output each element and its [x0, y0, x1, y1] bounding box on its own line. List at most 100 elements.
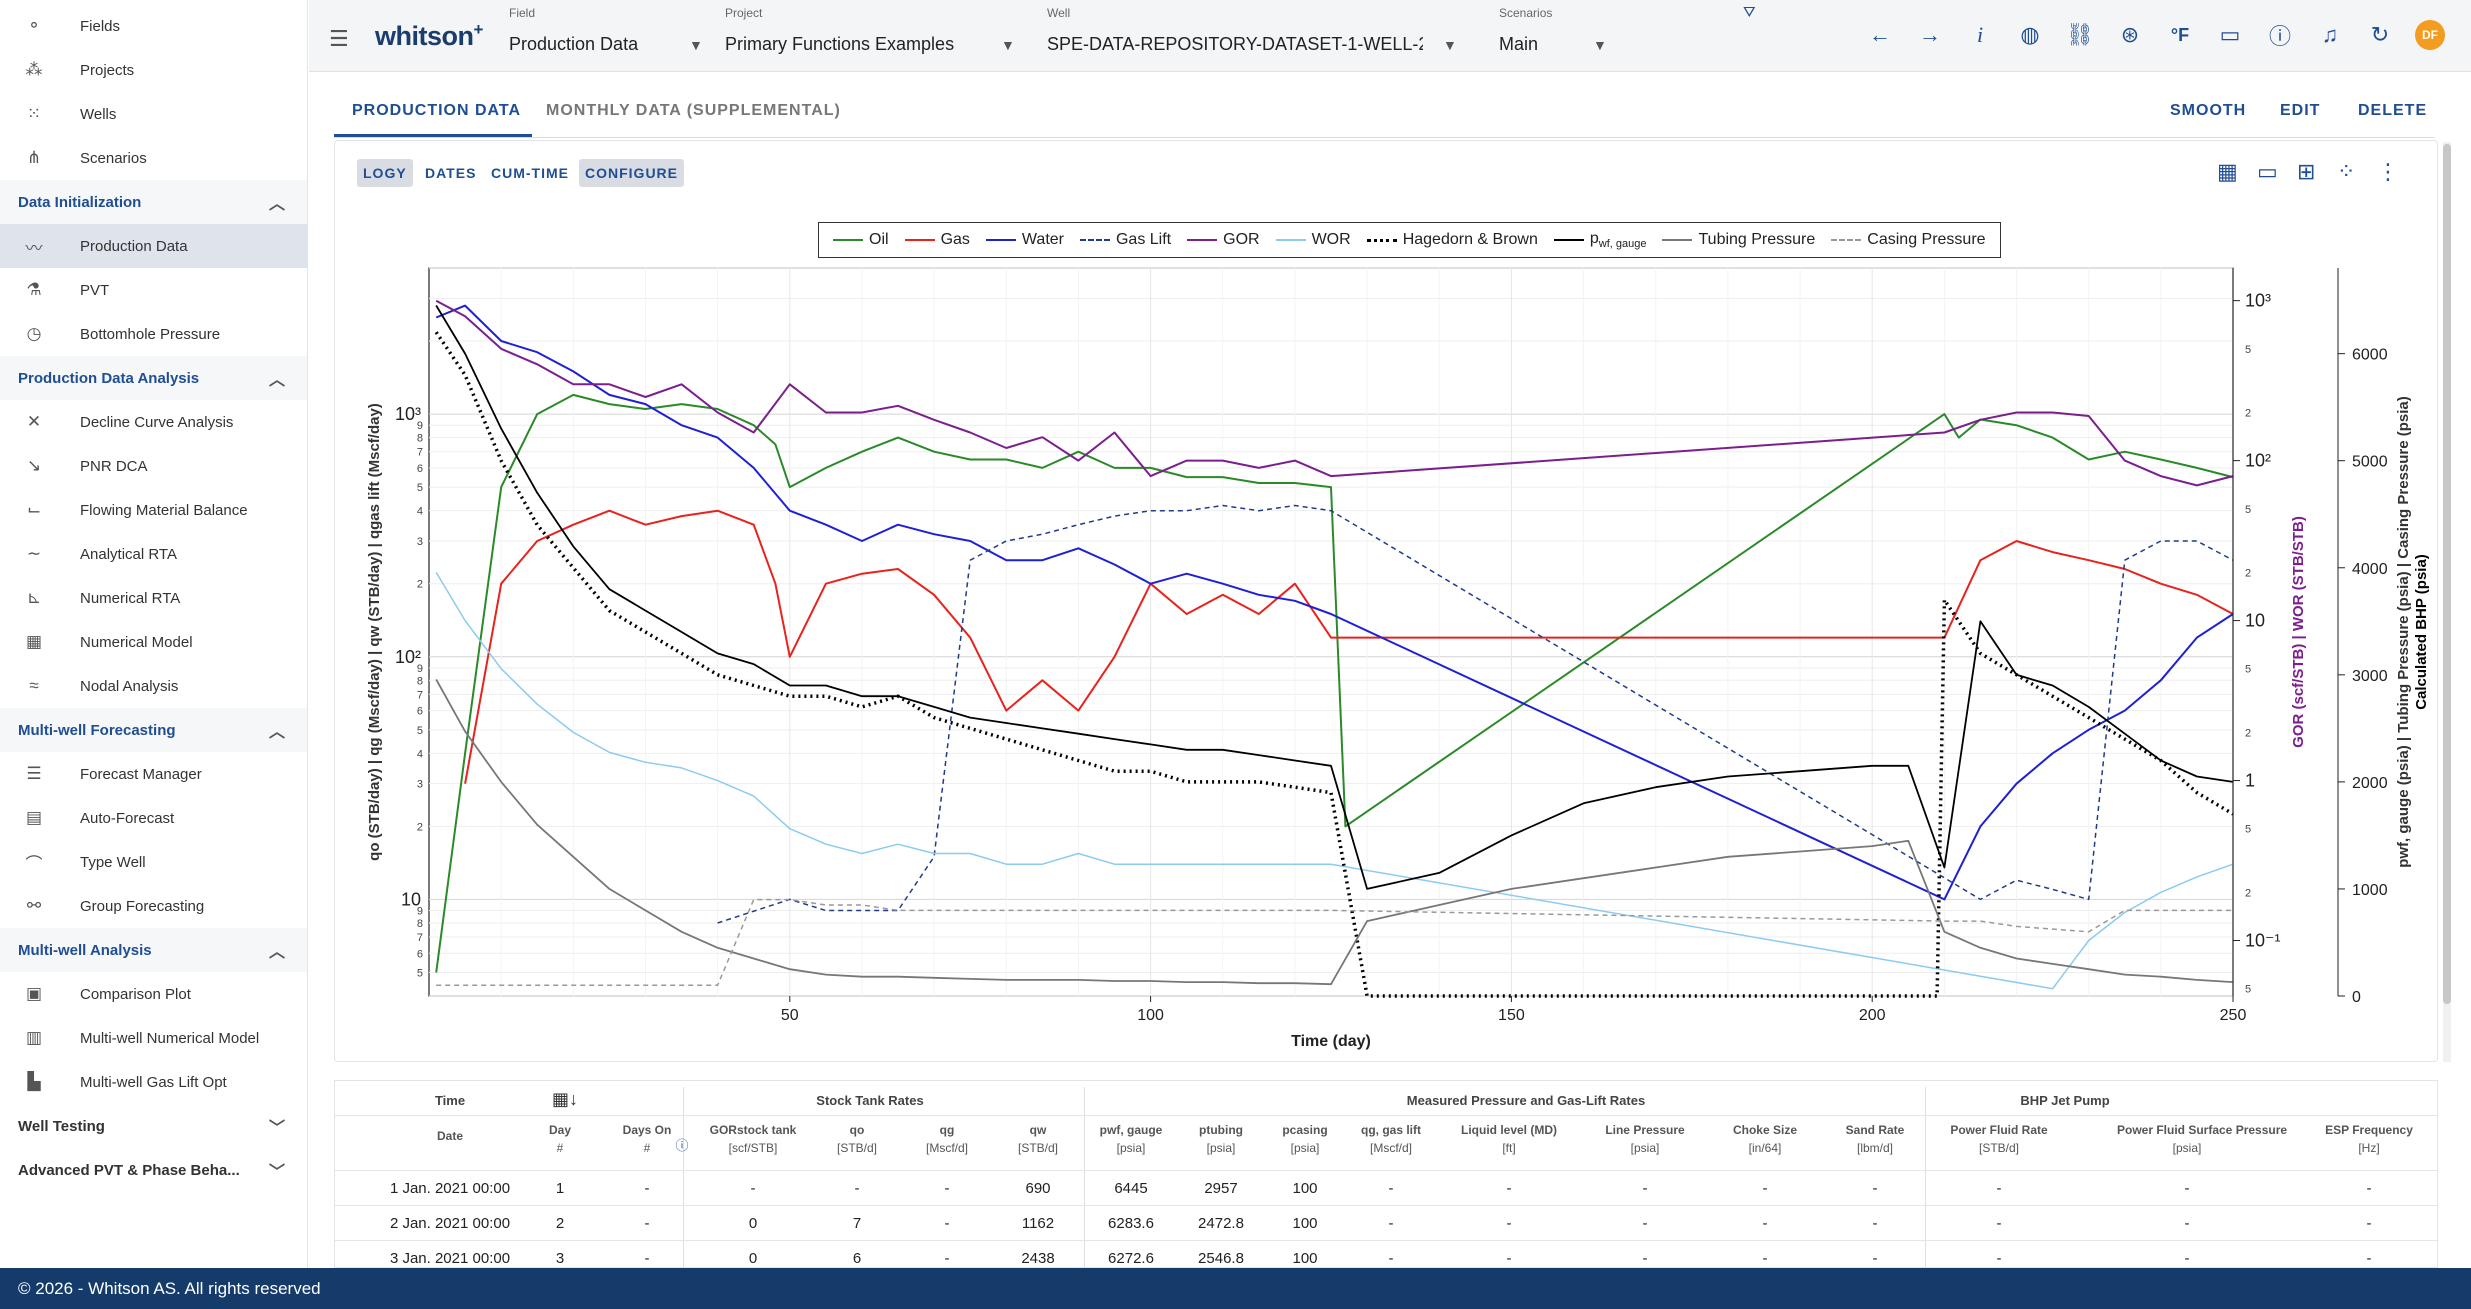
pressure-tick-label: 1000: [2352, 882, 2388, 899]
y-minor-label: 2: [417, 579, 423, 591]
header-divider: [335, 1115, 2437, 1116]
menu-icon[interactable]: ☰: [329, 26, 349, 52]
sidebar-item-numerical-model[interactable]: ▦ Numerical Model: [0, 620, 307, 664]
smooth-button[interactable]: SMOOTH: [2170, 102, 2246, 120]
info-icon[interactable]: i: [1965, 20, 1995, 50]
refresh-icon[interactable]: ↻: [2365, 20, 2395, 50]
more-icon[interactable]: ⋮: [2377, 159, 2399, 185]
sidebar-item-production-data[interactable]: 〰 Production Data: [0, 224, 307, 268]
scatter-icon[interactable]: ⁘: [2337, 159, 2355, 185]
section-multi-well-forecasting[interactable]: Multi-well Forecasting ︿: [0, 708, 307, 752]
logo[interactable]: whitson+: [375, 20, 483, 52]
calendar-sort-icon[interactable]: ▦↓: [545, 1089, 585, 1110]
project-select[interactable]: Project Primary Functions Examples ▼: [725, 6, 1015, 55]
y-minor-label: 5: [417, 482, 423, 494]
legend-gas-lift[interactable]: Gas Lift: [1079, 231, 1171, 249]
well-select[interactable]: Well SPE-DATA-REPOSITORY-DATASET-1-WELL-…: [1047, 4, 1756, 55]
legend-tubing-pressure[interactable]: Tubing Pressure: [1662, 231, 1815, 249]
sidebar-item-flowing-material-balance[interactable]: ⌙ Flowing Material Balance: [0, 488, 307, 532]
filter-icon[interactable]: ⛛: [1743, 4, 1756, 21]
scrollbar[interactable]: [2443, 142, 2451, 1062]
fahrenheit-icon[interactable]: °F: [2165, 20, 2195, 50]
sidebar-item-projects[interactable]: ⁂ Projects: [0, 48, 307, 92]
download-icon[interactable]: ⊛: [2115, 20, 2145, 50]
sidebar-item-comparison-plot[interactable]: ▣ Comparison Plot: [0, 972, 307, 1016]
sidebar-item-auto-forecast[interactable]: ▤ Auto-Forecast: [0, 796, 307, 840]
sidebar-item-pnr-dca[interactable]: ↘ PNR DCA: [0, 444, 307, 488]
group-header: Measured Pressure and Gas-Lift Rates: [1406, 1093, 1646, 1108]
calendar-sort-icon[interactable]: ▦: [2217, 159, 2238, 185]
table-cell: -: [1996, 1250, 2002, 1267]
sidebar-item-multi-well-numerical-model[interactable]: ▥ Multi-well Numerical Model: [0, 1016, 307, 1060]
ratio-minor-label: 2: [2245, 727, 2251, 739]
help-icon[interactable]: ⓘ: [2265, 20, 2295, 50]
sidebar-item-scenarios[interactable]: ⋔ Scenarios: [0, 136, 307, 180]
pnr-icon: ↘: [26, 456, 42, 475]
sidebar-item-label: Numerical RTA: [80, 589, 181, 607]
edit-button[interactable]: EDIT: [2280, 102, 2320, 120]
section-title: Advanced PVT & Phase Beha...: [18, 1161, 240, 1179]
sidebar-item-numerical-rta[interactable]: ⊾ Numerical RTA: [0, 576, 307, 620]
table-cell: -: [2366, 1250, 2372, 1267]
section-data-initialization[interactable]: Data Initialization ︿: [0, 180, 307, 224]
legend-wor[interactable]: WOR: [1275, 231, 1351, 249]
column-unit: [ft]: [1502, 1141, 1516, 1155]
arrow-forward-icon[interactable]: →: [1915, 20, 1945, 50]
sidebar-item-type-well[interactable]: ⌒ Type Well: [0, 840, 307, 884]
sidebar-item-wells[interactable]: ⁙ Wells: [0, 92, 307, 136]
toolbar-icons: ← → i ◍ ⛓ ⊛ °F ▭ ⓘ ♫ ↻ DF: [1865, 20, 2445, 50]
scenario-select[interactable]: Scenarios Main ▼: [1499, 6, 1619, 55]
bell-icon[interactable]: ♫: [2315, 20, 2345, 50]
section-multi-well-analysis[interactable]: Multi-well Analysis ︿: [0, 928, 307, 972]
legend-water[interactable]: Water: [985, 231, 1064, 249]
logy-toggle[interactable]: LOGY: [357, 159, 413, 187]
dates-toggle[interactable]: DATES: [419, 159, 482, 187]
avatar[interactable]: DF: [2415, 20, 2445, 50]
legend-hagedorn-brown[interactable]: Hagedorn & Brown: [1366, 231, 1538, 249]
ratio-minor-label: 2: [2245, 887, 2251, 899]
y-minor-label: 9: [417, 420, 423, 432]
legend-gor[interactable]: GOR: [1187, 231, 1260, 249]
nodal-icon: ≈: [29, 676, 39, 695]
configure-button[interactable]: CONFIGURE: [579, 159, 684, 187]
sidebar-item-fields[interactable]: ⚬ Fields: [0, 4, 307, 48]
table-cell: -: [2366, 1215, 2372, 1232]
legend-pwf-gauge[interactable]: pwf, gauge: [1553, 230, 1646, 250]
production-chart[interactable]: 50 100 150 200 250Time (day)1010²10³22334455…: [334, 262, 2434, 1062]
arrow-back-icon[interactable]: ←: [1865, 20, 1895, 50]
section-well-testing[interactable]: Well Testing ﹀: [0, 1104, 307, 1148]
cum-time-toggle[interactable]: CUM-TIME: [485, 159, 575, 187]
sidebar-item-group-forecasting[interactable]: ⚯ Group Forecasting: [0, 884, 307, 928]
sidebar-item-bottomhole-pressure[interactable]: ◷ Bottomhole Pressure: [0, 312, 307, 356]
sidebar-item-label: Group Forecasting: [80, 897, 205, 915]
sidebar-item-multi-well-gas-lift-opt[interactable]: ▙ Multi-well Gas Lift Opt: [0, 1060, 307, 1104]
sidebar-item-forecast-manager[interactable]: ☰ Forecast Manager: [0, 752, 307, 796]
help-icon[interactable]: ⓘ: [675, 1135, 689, 1154]
field-select[interactable]: Field Production Data ▼: [509, 6, 709, 55]
sidebar-item-decline-curve-analysis[interactable]: ✕ Decline Curve Analysis: [0, 400, 307, 444]
fmb-icon: ⌙: [26, 500, 42, 519]
legend-gas[interactable]: Gas: [904, 231, 970, 249]
link-icon[interactable]: ⛓: [2065, 20, 2095, 50]
production-table: Time Stock Tank Rates Measured Pressure an…: [334, 1080, 2438, 1268]
sidebar-item-nodal-analysis[interactable]: ≈ Nodal Analysis: [0, 664, 307, 708]
sidebar-item-pvt[interactable]: ⚗ PVT: [0, 268, 307, 312]
y-minor-label: 7: [417, 689, 423, 701]
delete-button[interactable]: DELETE: [2358, 102, 2427, 120]
tab-production-data[interactable]: PRODUCTION DATA: [352, 102, 521, 120]
chevron-up-icon: ︿: [268, 724, 285, 741]
caret-down-icon: ▼: [1593, 37, 1607, 53]
column-unit: [Hz]: [2358, 1141, 2380, 1155]
feedback-icon[interactable]: ▭: [2215, 20, 2245, 50]
tab-monthly-data[interactable]: MONTHLY DATA (SUPPLEMENTAL): [546, 102, 841, 120]
section-production-data-analysis[interactable]: Production Data Analysis ︿: [0, 356, 307, 400]
legend-oil[interactable]: Oil: [833, 231, 889, 249]
legend-casing-pressure[interactable]: Casing Pressure: [1831, 231, 1986, 249]
caret-down-icon: ▼: [1443, 37, 1457, 53]
table-icon[interactable]: ⊞: [2297, 159, 2315, 185]
globe-icon[interactable]: ◍: [2015, 20, 2045, 50]
comment-icon[interactable]: ▭: [2257, 159, 2278, 185]
sidebar-item-analytical-rta[interactable]: ∼ Analytical RTA: [0, 532, 307, 576]
y-minor-label: 9: [417, 663, 423, 675]
section-advanced-pvt[interactable]: Advanced PVT & Phase Beha... ﹀: [0, 1148, 307, 1192]
